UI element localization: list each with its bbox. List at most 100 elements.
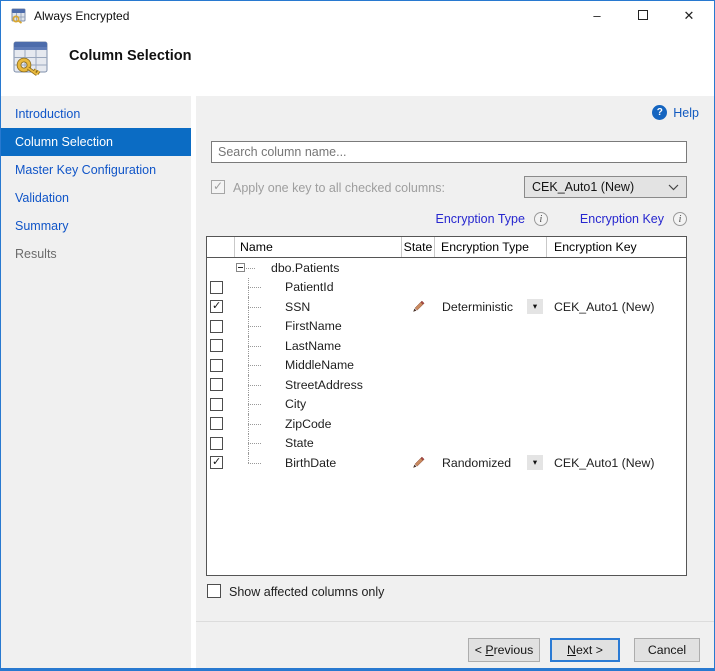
show-affected-checkbox[interactable]	[207, 584, 221, 598]
row-checkbox[interactable]	[210, 339, 223, 352]
wizard-header: Column Selection	[1, 31, 714, 96]
encryption-key-value: CEK_Auto1 (New)	[547, 300, 654, 314]
row-checkbox[interactable]	[210, 378, 223, 391]
table-row: BirthDate Randomized ▾ CEK_Auto1 (New)	[207, 453, 686, 473]
sidebar-item-summary[interactable]: Summary	[1, 212, 191, 240]
tree-connector	[246, 268, 255, 269]
row-checkbox[interactable]	[210, 281, 223, 294]
tree-connector	[248, 453, 249, 463]
table-group-row: dbo.Patients	[207, 258, 686, 278]
encryption-key-info-icon[interactable]: i	[673, 212, 687, 226]
apply-one-key-label: Apply one key to all checked columns:	[233, 181, 445, 195]
previous-button[interactable]: < Previous	[468, 638, 540, 662]
table-key-icon	[11, 38, 51, 78]
column-name-label: BirthDate	[285, 456, 336, 470]
maximize-icon	[638, 10, 648, 20]
column-name-label: MiddleName	[285, 358, 354, 372]
row-checkbox[interactable]	[210, 437, 223, 450]
minimize-button[interactable]: –	[574, 1, 620, 31]
column-name-label: City	[285, 397, 306, 411]
column-name-label: FirstName	[285, 319, 342, 333]
sidebar-item-validation[interactable]: Validation	[1, 184, 191, 212]
edit-pencil-icon	[412, 456, 425, 469]
sidebar-content-divider	[191, 96, 196, 668]
table-header-row: Name State Encryption Type Encryption Ke…	[207, 237, 686, 258]
encryption-type-info-icon[interactable]: i	[534, 212, 548, 226]
column-name-label: ZipCode	[285, 417, 331, 431]
table-row: StreetAddress	[207, 375, 686, 395]
table-row: LastName	[207, 336, 686, 356]
tree-connector	[248, 404, 261, 405]
window-title: Always Encrypted	[34, 1, 129, 31]
sidebar-item-results: Results	[1, 240, 191, 268]
tree-connector	[248, 385, 261, 386]
encryption-type-link[interactable]: Encryption Type	[436, 212, 525, 226]
table-row: MiddleName	[207, 356, 686, 376]
cek-selected-value: CEK_Auto1 (New)	[532, 180, 668, 194]
encryption-key-value: CEK_Auto1 (New)	[547, 456, 654, 470]
edit-pencil-icon	[412, 300, 425, 313]
close-button[interactable]: ✕	[666, 1, 712, 31]
wizard-body: IntroductionColumn SelectionMaster Key C…	[1, 96, 714, 668]
sidebar-item-master-key-configuration[interactable]: Master Key Configuration	[1, 156, 191, 184]
header-encryption-type: Encryption Type	[435, 237, 547, 257]
header-state: State	[402, 237, 435, 257]
help-link[interactable]: ? Help	[652, 105, 699, 120]
cancel-button[interactable]: Cancel	[634, 638, 700, 662]
sidebar-item-introduction[interactable]: Introduction	[1, 100, 191, 128]
row-checkbox[interactable]	[210, 320, 223, 333]
columns-table: Name State Encryption Type Encryption Ke…	[206, 236, 687, 576]
tree-connector	[248, 463, 261, 464]
row-checkbox[interactable]	[210, 417, 223, 430]
row-checkbox[interactable]	[210, 359, 223, 372]
tree-connector	[248, 346, 261, 347]
encryption-type-dropdown-button[interactable]: ▾	[527, 455, 543, 470]
table-group-label: dbo.Patients	[271, 261, 339, 275]
column-name-label: SSN	[285, 300, 310, 314]
chevron-down-icon	[668, 184, 679, 191]
close-icon: ✕	[684, 8, 695, 23]
header-encryption-key: Encryption Key	[547, 237, 686, 257]
search-input[interactable]	[211, 141, 687, 163]
tree-connector	[248, 287, 261, 288]
always-encrypted-wizard-window: Always Encrypted – ✕ Column Selection In…	[0, 0, 715, 671]
table-row: State	[207, 434, 686, 454]
sidebar-item-column-selection[interactable]: Column Selection	[1, 128, 191, 156]
column-name-label: LastName	[285, 339, 341, 353]
tree-connector	[248, 326, 261, 327]
minimize-icon: –	[593, 8, 600, 23]
tree-connector	[248, 307, 261, 308]
maximize-button[interactable]	[620, 1, 666, 31]
app-table-key-icon	[11, 8, 27, 24]
table-row: SSN Deterministic ▾ CEK_Auto1 (New)	[207, 297, 686, 317]
cek-select[interactable]: CEK_Auto1 (New)	[524, 176, 687, 198]
title-bar: Always Encrypted – ✕	[1, 1, 714, 31]
apply-one-key-checkbox	[211, 180, 225, 194]
column-name-label: State	[285, 436, 314, 450]
next-button[interactable]: Next >	[550, 638, 620, 662]
row-checkbox[interactable]	[210, 300, 223, 313]
row-checkbox[interactable]	[210, 398, 223, 411]
table-row: ZipCode	[207, 414, 686, 434]
footer-divider	[196, 621, 714, 622]
page-title: Column Selection	[69, 48, 191, 64]
encryption-type-value: Deterministic	[435, 300, 513, 314]
tree-connector	[248, 365, 261, 366]
sidebar: IntroductionColumn SelectionMaster Key C…	[1, 100, 191, 268]
tree-connector	[248, 424, 261, 425]
tree-collapse-icon[interactable]	[236, 263, 245, 272]
tree-connector	[248, 443, 261, 444]
show-affected-label: Show affected columns only	[229, 585, 384, 599]
column-header-links: Encryption Type i Encryption Key i	[206, 212, 687, 226]
table-row: FirstName	[207, 317, 686, 337]
column-name-label: StreetAddress	[285, 378, 363, 392]
help-icon: ?	[652, 105, 667, 120]
encryption-type-value: Randomized	[435, 456, 511, 470]
header-checkbox-column	[207, 237, 235, 257]
table-body: dbo.PatientsPatientIdSSNDeterministic▾CE…	[207, 258, 686, 473]
table-row: City	[207, 395, 686, 415]
encryption-key-link[interactable]: Encryption Key	[580, 212, 664, 226]
row-checkbox[interactable]	[210, 456, 223, 469]
encryption-type-dropdown-button[interactable]: ▾	[527, 299, 543, 314]
header-name: Name	[235, 237, 402, 257]
